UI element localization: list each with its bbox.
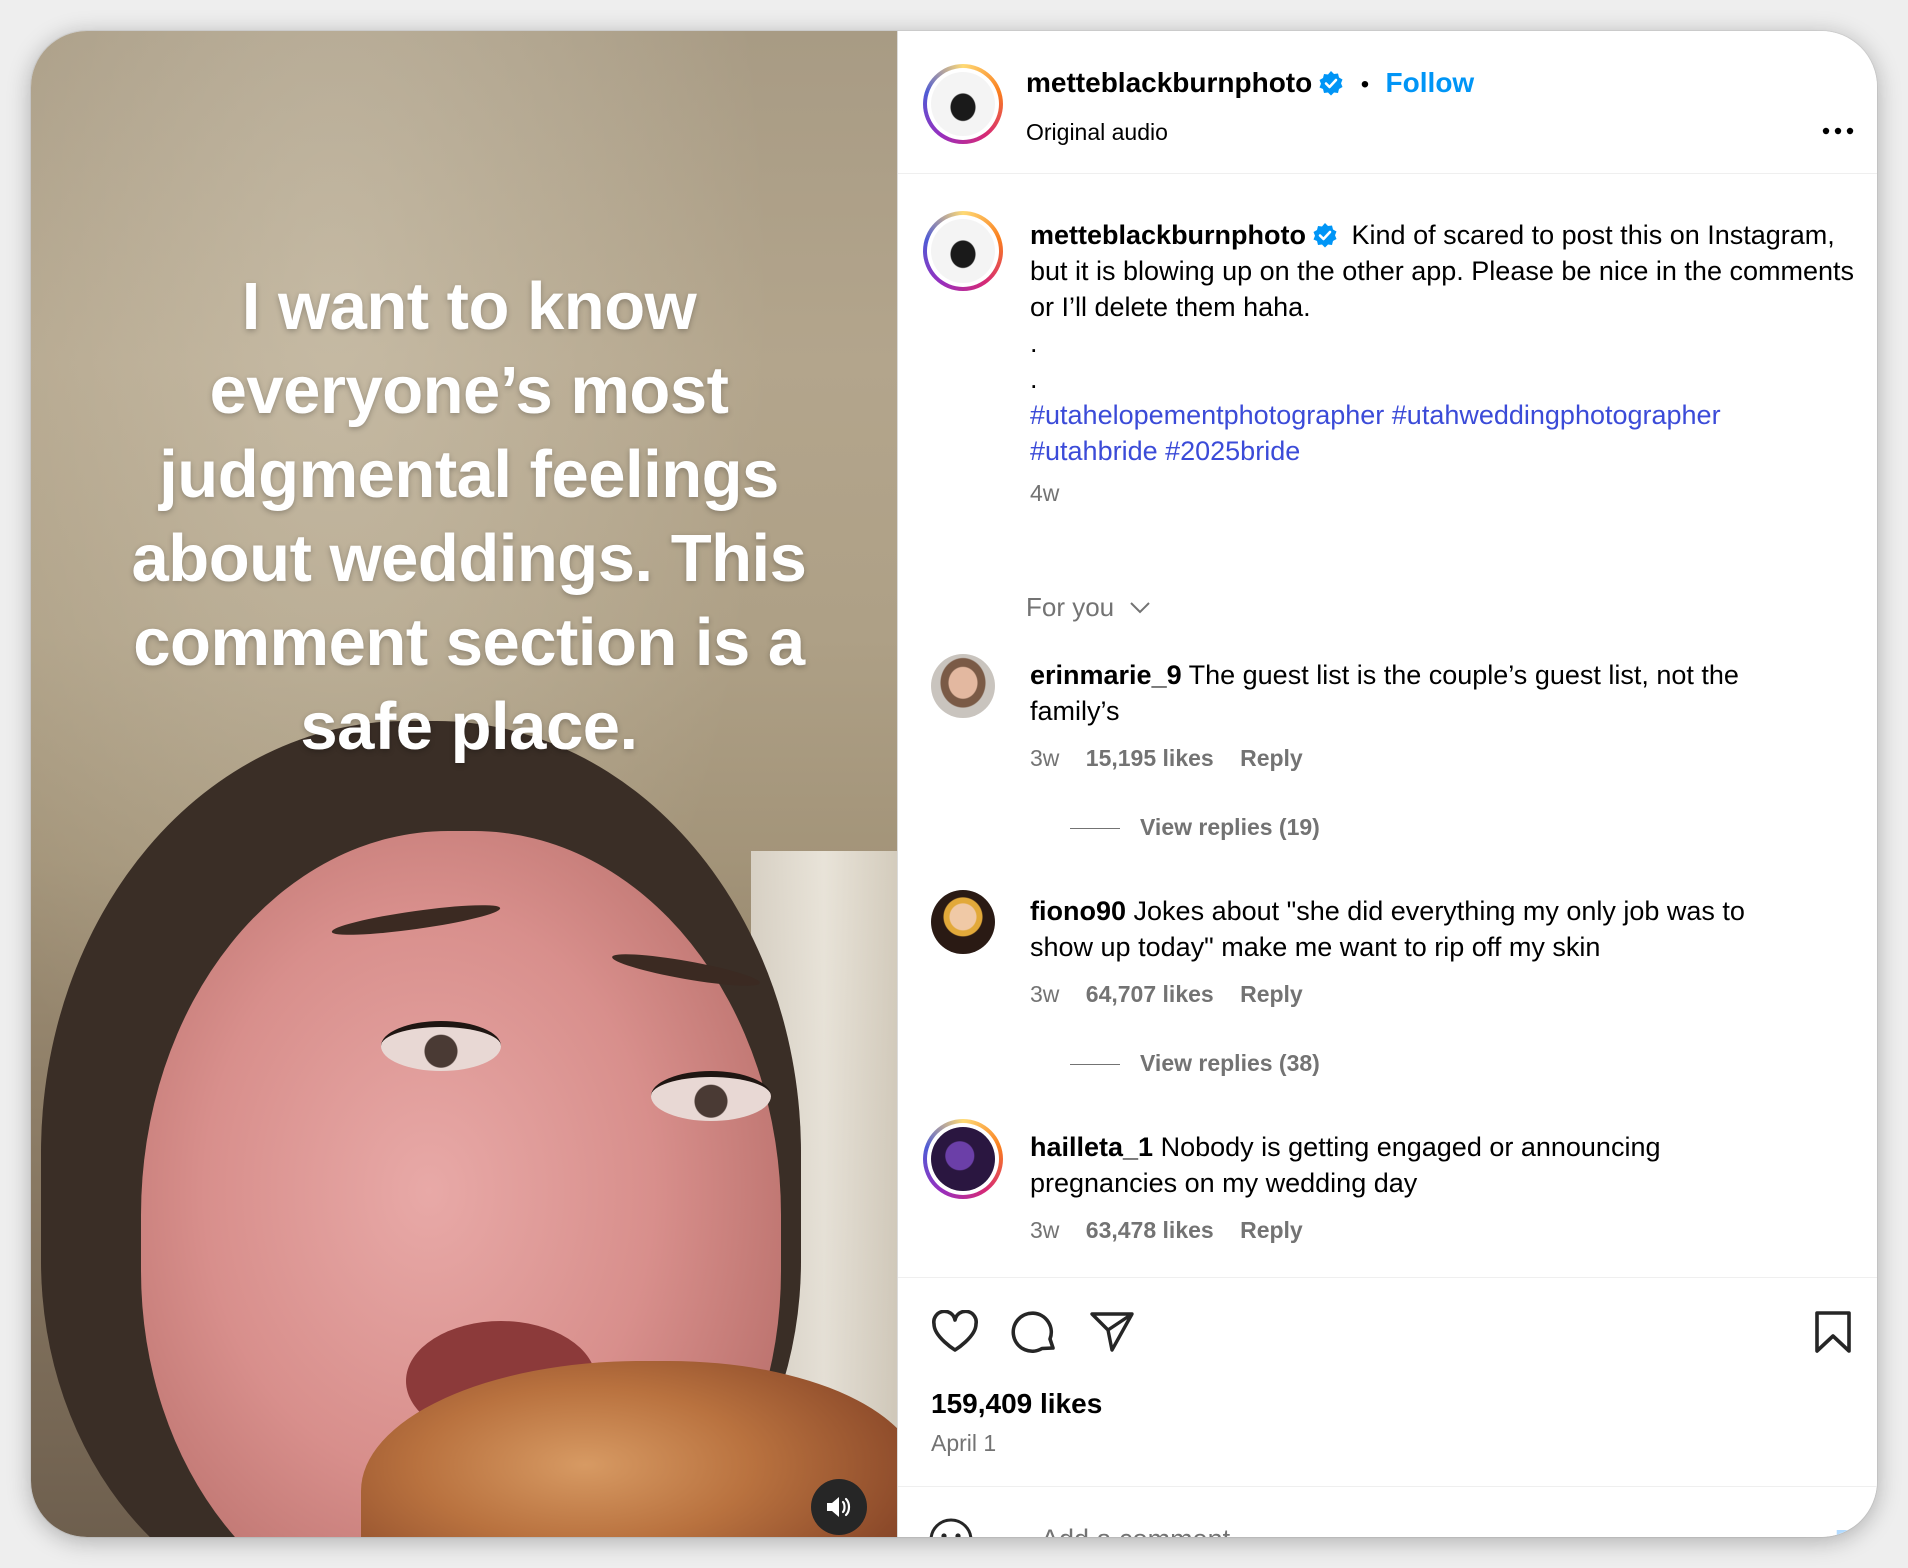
like-heart-icon[interactable] — [931, 1310, 979, 1354]
comment-text: Jokes about "she did everything my only … — [1133, 896, 1745, 926]
comment-avatar[interactable] — [923, 1119, 1003, 1199]
caption-dot: . — [1030, 328, 1038, 358]
comment-meta: 3w 64,707 likes Reply — [1030, 981, 1303, 1008]
caption-hashtags[interactable]: #utahelopementphotographer #utahweddingp… — [1030, 397, 1855, 433]
video-eye-left — [381, 1021, 501, 1071]
post-header: metteblackburnphoto • Follow Original au… — [898, 31, 1877, 174]
chevron-down-icon — [1130, 602, 1151, 614]
comment-item: hailleta_1 Nobody is getting engaged or … — [1030, 1129, 1790, 1201]
comment-item: fiono90 Jokes about "she did everything … — [1030, 893, 1790, 965]
follow-button[interactable]: Follow — [1386, 67, 1475, 98]
mute-toggle-button[interactable] — [811, 1479, 867, 1535]
view-replies-label: View replies (38) — [1140, 1050, 1320, 1076]
reply-button[interactable]: Reply — [1240, 981, 1303, 1007]
comment-meta: 3w 63,478 likes Reply — [1030, 1217, 1303, 1244]
comment-username[interactable]: hailleta_1 — [1030, 1132, 1153, 1162]
view-replies-label: View replies (19) — [1140, 814, 1320, 840]
comment-likes[interactable]: 63,478 likes — [1086, 1217, 1214, 1243]
more-horizontal-icon[interactable] — [1822, 127, 1854, 135]
reply-button[interactable]: Reply — [1240, 745, 1303, 771]
author-avatar[interactable] — [923, 64, 1003, 144]
verified-badge-icon — [1313, 223, 1337, 248]
comment-text: family’s — [1030, 696, 1120, 726]
comment-bubble-icon[interactable] — [1011, 1308, 1059, 1356]
speaker-icon — [827, 1497, 851, 1517]
caption-username[interactable]: metteblackburnphoto — [1030, 220, 1306, 250]
reply-button[interactable]: Reply — [1240, 1217, 1303, 1243]
comment-divider — [898, 1486, 1877, 1487]
post-modal: I want to know everyone’s most judgmenta… — [31, 31, 1877, 1537]
reel-video[interactable]: I want to know everyone’s most judgmenta… — [31, 31, 897, 1537]
video-caption-overlay: I want to know everyone’s most judgmenta… — [131, 269, 807, 764]
header-user-row: metteblackburnphoto • Follow — [1026, 67, 1474, 99]
comment-avatar[interactable] — [931, 654, 995, 718]
bookmark-icon[interactable] — [1813, 1310, 1853, 1354]
comment-age: 3w — [1030, 745, 1060, 771]
comment-input[interactable]: Add a comment… — [1041, 1524, 1257, 1537]
comment-username[interactable]: fiono90 — [1030, 896, 1126, 926]
comment-age: 3w — [1030, 1217, 1060, 1243]
comment-text: Nobody is getting engaged or announcing — [1160, 1132, 1661, 1162]
comment-avatar[interactable] — [931, 890, 995, 954]
comment-text: The guest list is the couple’s guest lis… — [1188, 660, 1739, 690]
comment-likes[interactable]: 64,707 likes — [1086, 981, 1214, 1007]
caption-block: metteblackburnphoto Kind of scared to po… — [1030, 217, 1855, 511]
share-send-icon[interactable] — [1088, 1310, 1136, 1354]
view-replies-button[interactable]: View replies (38) — [1070, 1050, 1320, 1077]
comment-likes[interactable]: 15,195 likes — [1086, 745, 1214, 771]
action-bar: 159,409 likes April 1 — [898, 1277, 1877, 1537]
caption-dot: . — [1030, 364, 1038, 394]
caption-author-avatar[interactable] — [923, 211, 1003, 291]
comment-sort-label: For you — [1026, 592, 1115, 622]
emoji-icon[interactable] — [928, 1517, 974, 1537]
video-eye-right — [651, 1071, 771, 1121]
author-username[interactable]: metteblackburnphoto — [1026, 67, 1312, 98]
comment-text: show up today" make me want to rip off m… — [1030, 932, 1601, 962]
comment-age: 3w — [1030, 981, 1060, 1007]
caption-hashtags[interactable]: #utahbride #2025bride — [1030, 433, 1855, 469]
comment-item: erinmarie_9 The guest list is the couple… — [1030, 657, 1790, 729]
post-comment-button[interactable]: Post — [1835, 1524, 1877, 1537]
verified-badge-icon — [1319, 71, 1343, 96]
likes-count[interactable]: 159,409 likes — [931, 1388, 1102, 1420]
header-separator: • — [1360, 71, 1370, 98]
caption-age: 4w — [1030, 480, 1060, 506]
audio-label[interactable]: Original audio — [1026, 119, 1168, 146]
comment-sort-dropdown[interactable]: For you — [1026, 592, 1151, 623]
view-replies-button[interactable]: View replies (19) — [1070, 814, 1320, 841]
comment-username[interactable]: erinmarie_9 — [1030, 660, 1182, 690]
comments-panel: metteblackburnphoto • Follow Original au… — [897, 31, 1877, 1537]
post-date: April 1 — [931, 1430, 997, 1456]
comment-meta: 3w 15,195 likes Reply — [1030, 745, 1303, 772]
comment-text: pregnancies on my wedding day — [1030, 1168, 1418, 1198]
